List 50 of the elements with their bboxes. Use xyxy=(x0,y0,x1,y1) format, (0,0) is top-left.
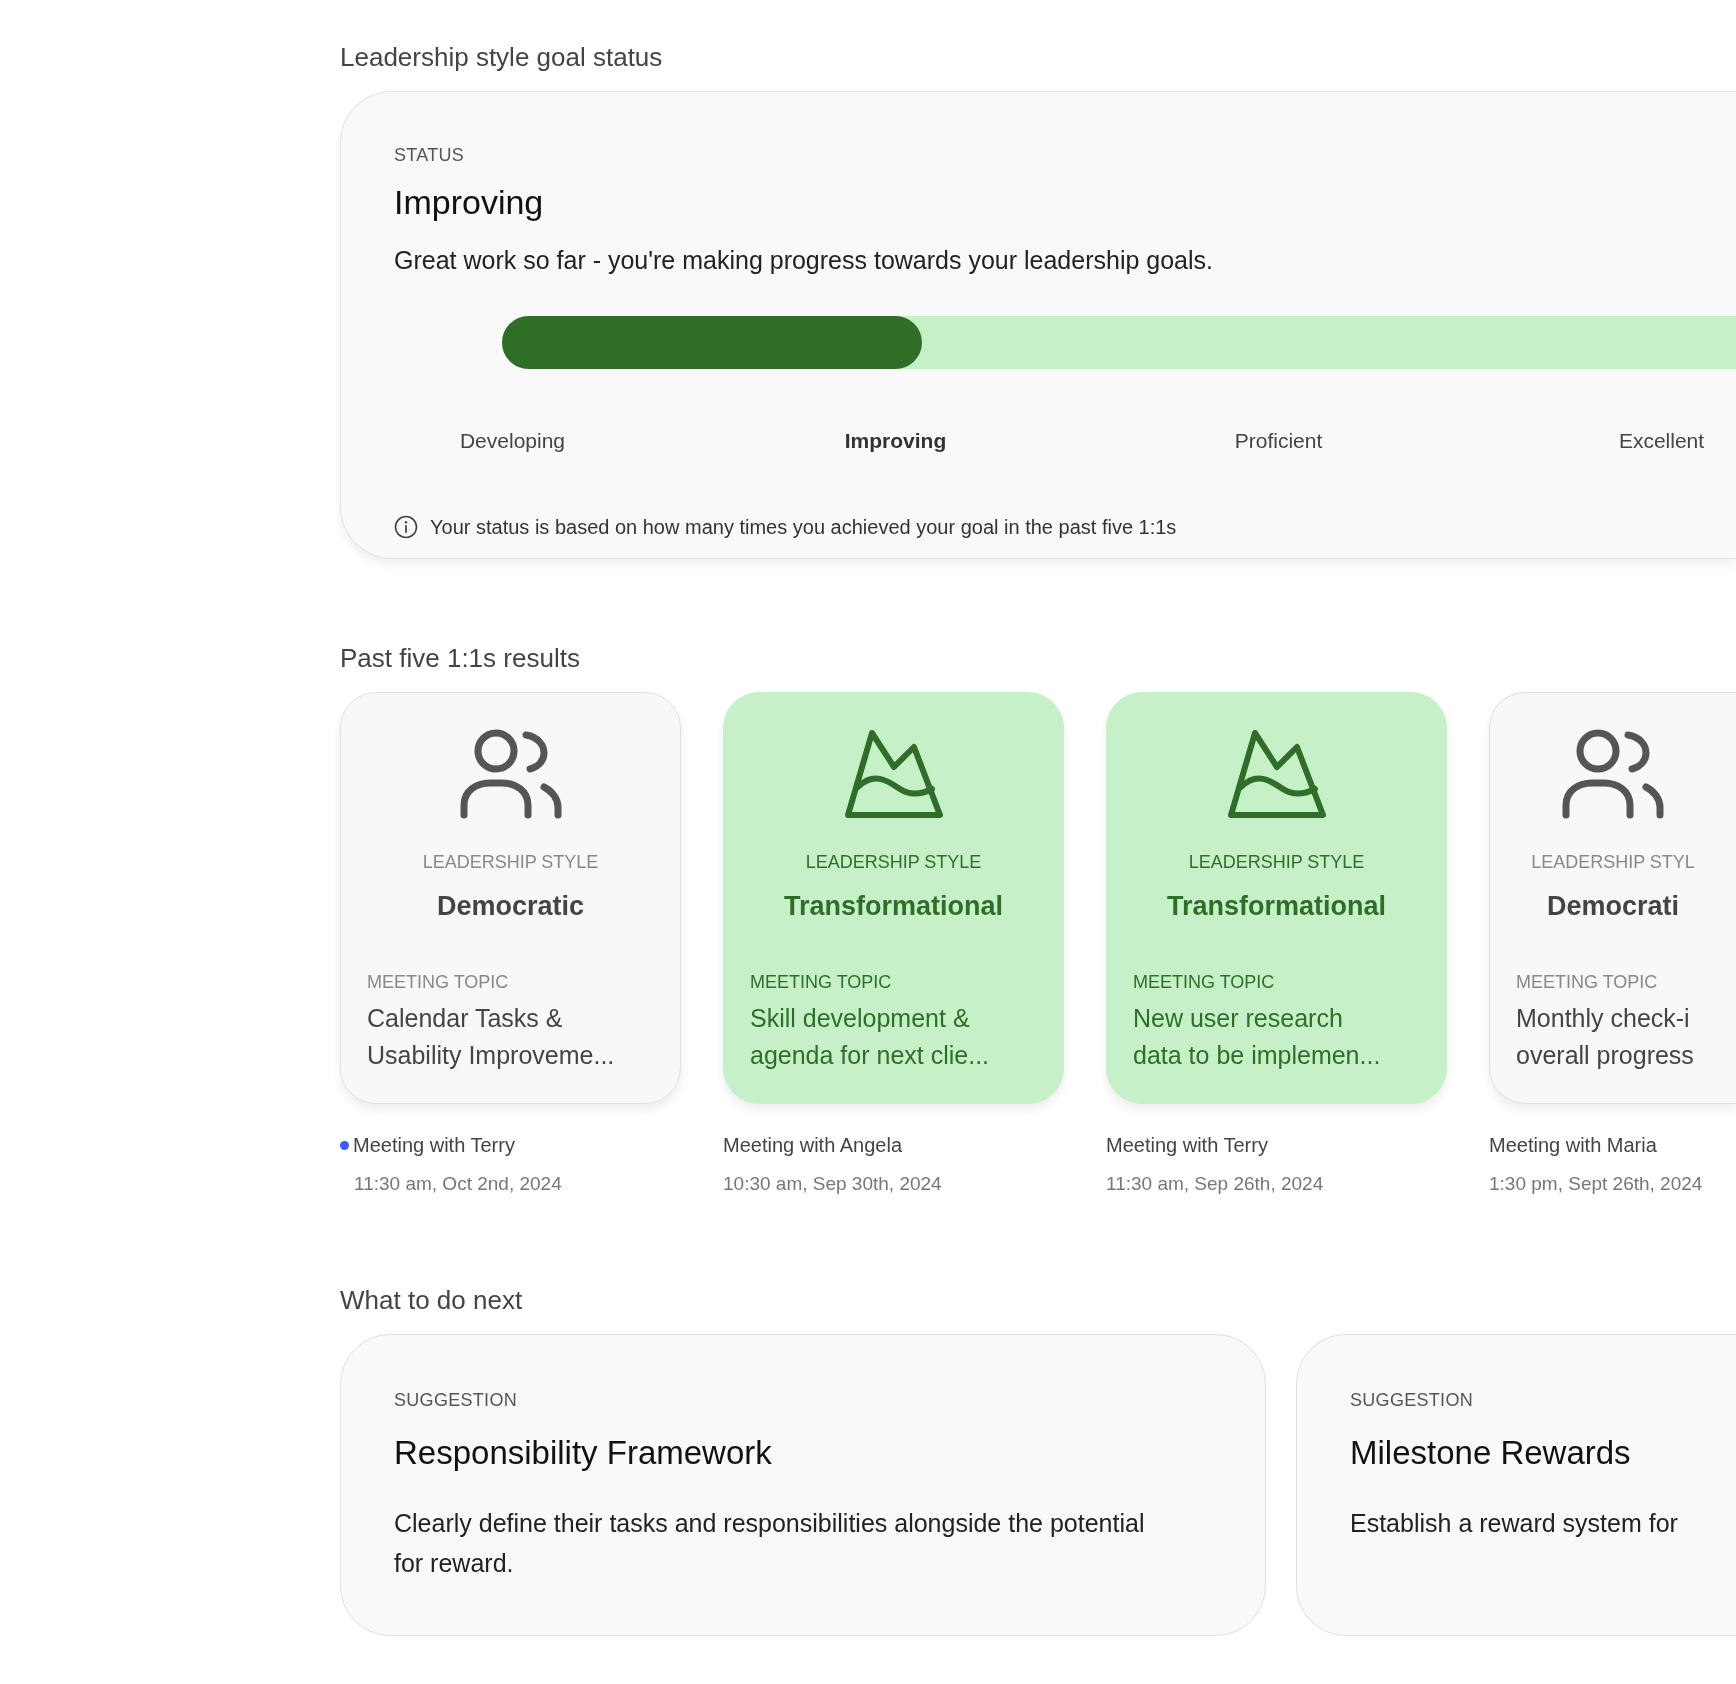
topic-label: MEETING TOPIC xyxy=(750,970,893,994)
section-heading: Past five 1:1s results xyxy=(340,642,581,675)
suggestion-text: Establish a reward system for xyxy=(1350,1508,1679,1539)
suggestion-text: Clearly define their tasks and responsibilities alongside the potential for reward. xyxy=(394,1508,1146,1579)
topic-label: MEETING TOPIC xyxy=(1133,970,1276,994)
leadership-style: Transformational xyxy=(1165,890,1387,923)
meeting-topic: Calendar Tasks & Usability Improveme... xyxy=(367,1002,616,1071)
people-icon xyxy=(1562,727,1664,819)
suggestion-title: Responsibility Framework xyxy=(394,1432,773,1473)
scale-label: Improving xyxy=(844,428,947,452)
meeting-topic: Skill development & agenda for next clie... xyxy=(750,1002,991,1071)
suggestion-label: SUGGESTION xyxy=(394,1388,518,1412)
suggestion-label: SUGGESTION xyxy=(1350,1388,1474,1412)
topic-label: MEETING TOPIC xyxy=(1516,970,1659,994)
meeting-title: Meeting with Angela xyxy=(723,1133,902,1158)
leadership-style: Democratic xyxy=(435,890,586,923)
meeting-topic: New user research data to be implemen... xyxy=(1133,1002,1382,1071)
meeting-title: Meeting with Terry xyxy=(353,1133,515,1158)
people-icon xyxy=(459,727,562,819)
leadership-style: Democrati xyxy=(1545,890,1680,923)
style-label: LEADERSHIP STYL xyxy=(1530,851,1696,874)
meeting-topic: Monthly check-i overall progress xyxy=(1516,1002,1695,1071)
mountain-icon xyxy=(843,727,944,819)
section-heading: What to do next xyxy=(340,1283,524,1317)
meeting-title: Meeting with Terry xyxy=(1106,1133,1268,1158)
meeting-card[interactable]: LEADERSHIP STYL Democrati MEETING TOPIC Monthly check-i overall progress xyxy=(1489,692,1736,1104)
meeting-time: 1:30 pm, Sept 26th, 2024 xyxy=(1489,1172,1704,1196)
meeting-time: 10:30 am, Sep 30th, 2024 xyxy=(723,1172,943,1196)
scale-label: Developing xyxy=(459,428,566,452)
meeting-time: 11:30 am, Oct 2nd, 2024 xyxy=(353,1172,563,1196)
style-label: LEADERSHIP STYLE xyxy=(1187,851,1366,874)
section-heading: Leadership style goal status xyxy=(340,41,664,74)
suggestion-title: Milestone Rewards xyxy=(1350,1432,1632,1473)
scale-label: Excellent xyxy=(1618,428,1705,452)
status-note: Your status is based on how many times you achieved your goal in the past five 1:1s xyxy=(430,515,1177,540)
style-label: LEADERSHIP STYLE xyxy=(421,851,600,874)
meeting-card[interactable]: LEADERSHIP STYLE Democratic MEETING TOPIC Calendar Tasks & Usability Improveme... xyxy=(340,692,681,1104)
meeting-title: Meeting with Maria xyxy=(1489,1133,1657,1158)
topic-label: MEETING TOPIC xyxy=(367,970,510,994)
meeting-card[interactable]: LEADERSHIP STYLE Transformational MEETING TOPIC Skill development & agenda for next clie... xyxy=(723,692,1064,1104)
info-icon xyxy=(394,515,418,539)
status-description: Great work so far - you're making progress towards your leadership goals. xyxy=(394,245,1215,276)
leadership-style: Transformational xyxy=(782,890,1004,923)
scale-label: Proficient xyxy=(1234,428,1323,452)
mountain-icon xyxy=(1226,727,1327,819)
status-label: STATUS xyxy=(394,144,466,167)
meeting-card[interactable]: LEADERSHIP STYLE Transformational MEETING TOPIC New user research data to be implemen... xyxy=(1106,692,1447,1104)
style-label: LEADERSHIP STYLE xyxy=(804,851,983,874)
status-title: Improving xyxy=(394,182,545,223)
meeting-time: 11:30 am, Sep 26th, 2024 xyxy=(1106,1172,1325,1196)
